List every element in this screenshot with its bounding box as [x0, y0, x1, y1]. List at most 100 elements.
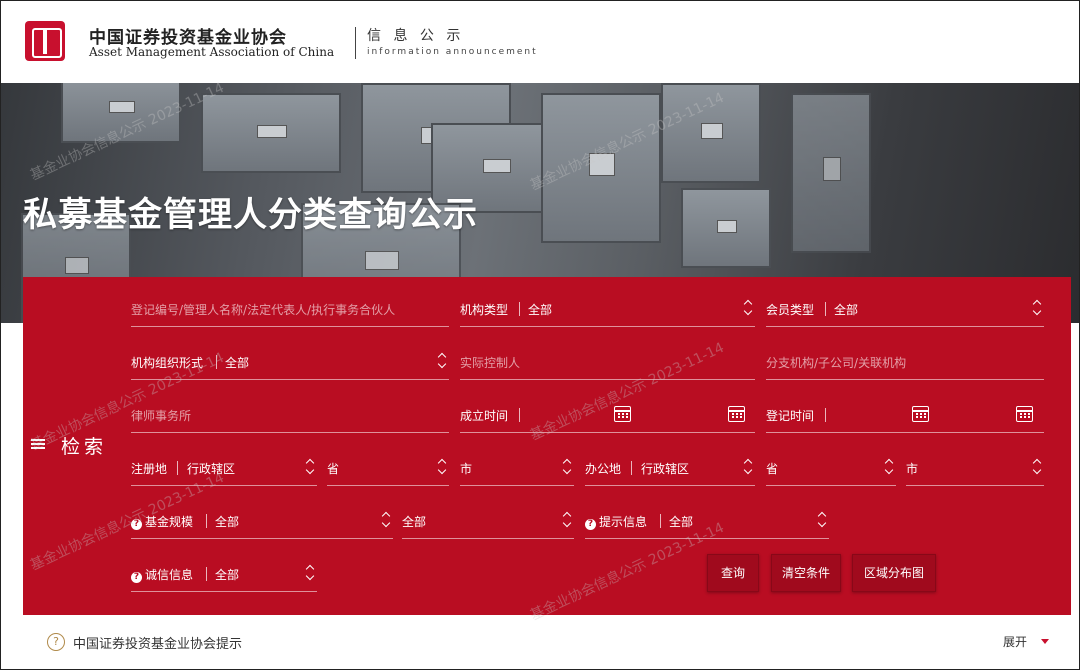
reg-place-label: 注册地 [131, 462, 168, 476]
select-arrows-icon [743, 458, 753, 476]
calendar-icon[interactable] [728, 406, 745, 422]
office-place-label: 办公地 [585, 462, 622, 476]
site-header: 中国证券投资基金业协会 Asset Management Association… [1, 1, 1079, 83]
cabinet-image [661, 83, 761, 183]
org-type-value: 全部 [528, 303, 553, 317]
select-arrows-icon [562, 511, 572, 529]
calendar-icon[interactable] [614, 406, 631, 422]
select-arrows-icon [884, 458, 894, 476]
reg-province-select[interactable]: 省 [327, 450, 449, 486]
integrity-select[interactable]: ? 诚信信息 全部 [131, 556, 317, 592]
established-label: 成立时间 [460, 409, 509, 423]
select-arrows-icon [437, 352, 447, 370]
member-type-label: 会员类型 [766, 303, 815, 317]
controller-placeholder: 实际控制人 [460, 356, 521, 370]
reg-place-district-select[interactable]: 注册地 行政辖区 [131, 450, 317, 486]
office-province-select[interactable]: 省 [766, 450, 896, 486]
section-title-en: information announcement [367, 47, 538, 57]
field-divider [206, 567, 207, 581]
select-arrows-icon [381, 511, 391, 529]
select-arrows-icon [437, 458, 447, 476]
integrity-label: ? 诚信信息 [131, 566, 193, 583]
field-divider [177, 461, 178, 475]
org-form-select[interactable]: 机构组织形式 全部 [131, 344, 449, 380]
cabinet-image [541, 93, 661, 243]
integrity-value: 全部 [215, 568, 240, 582]
notice-bar: ? 中国证券投资基金业协会提示 展开 [1, 621, 1079, 669]
cabinet-image [791, 93, 871, 253]
org-type-select[interactable]: 机构类型 全部 [460, 291, 755, 327]
fund-scale-select-2[interactable]: 全部 [402, 503, 574, 539]
question-icon[interactable]: ? [585, 519, 596, 530]
section-title-cn: 信 息 公 示 [367, 28, 465, 44]
hint-info-value: 全部 [669, 515, 694, 529]
reg-city-select[interactable]: 市 [460, 450, 574, 486]
region-map-button[interactable]: 区域分布图 [852, 554, 936, 592]
established-date-range[interactable]: 成立时间 [460, 397, 755, 433]
field-divider [825, 408, 826, 422]
member-type-select[interactable]: 会员类型 全部 [766, 291, 1044, 327]
branch-input[interactable]: 分支机构/子公司/关联机构 [766, 344, 1044, 380]
header-divider [355, 27, 356, 59]
keyword-input[interactable]: 登记编号/管理人名称/法定代表人/执行事务合伙人 [131, 291, 449, 327]
expand-toggle[interactable]: 展开 [1003, 633, 1027, 650]
reg-province-value: 省 [327, 462, 340, 476]
registered-date-range[interactable]: 登记时间 [766, 397, 1044, 433]
calendar-icon[interactable] [1016, 406, 1033, 422]
select-arrows-icon [817, 511, 827, 529]
field-divider [631, 461, 632, 475]
law-firm-input[interactable]: 律师事务所 [131, 397, 449, 433]
query-button[interactable]: 查询 [707, 554, 759, 592]
member-type-value: 全部 [834, 303, 859, 317]
question-icon[interactable]: ? [131, 572, 142, 583]
question-circle-icon: ? [47, 633, 65, 651]
field-divider [206, 514, 207, 528]
hint-info-select[interactable]: ? 提示信息 全部 [585, 503, 829, 539]
fund-scale-value-2: 全部 [402, 515, 427, 529]
fund-scale-label: ? 基金规模 [131, 513, 193, 530]
clear-button[interactable]: 清空条件 [771, 554, 841, 592]
office-place-district-select[interactable]: 办公地 行政辖区 [585, 450, 755, 486]
cabinet-image [681, 188, 771, 268]
hint-info-label: ? 提示信息 [585, 513, 647, 530]
reg-place-district: 行政辖区 [187, 462, 236, 476]
select-arrows-icon [562, 458, 572, 476]
office-place-district: 行政辖区 [641, 462, 690, 476]
amac-logo-icon[interactable] [25, 21, 65, 61]
branch-placeholder: 分支机构/子公司/关联机构 [766, 356, 907, 370]
integrity-label-text: 诚信信息 [145, 568, 194, 582]
field-divider [519, 302, 520, 316]
select-arrows-icon [1032, 299, 1042, 317]
office-city-select[interactable]: 市 [906, 450, 1044, 486]
page-frame: 中国证券投资基金业协会 Asset Management Association… [0, 0, 1080, 670]
org-form-value: 全部 [225, 356, 250, 370]
controller-input[interactable]: 实际控制人 [460, 344, 755, 380]
office-province-value: 省 [766, 462, 779, 476]
law-firm-placeholder: 律师事务所 [131, 409, 192, 423]
cabinet-image [201, 93, 341, 173]
calendar-icon[interactable] [912, 406, 929, 422]
hint-info-label-text: 提示信息 [599, 515, 648, 529]
search-panel-label: 检索 [61, 436, 108, 458]
keyword-placeholder: 登记编号/管理人名称/法定代表人/执行事务合伙人 [131, 303, 396, 317]
question-icon[interactable]: ? [131, 519, 142, 530]
filter-icon [31, 437, 45, 451]
cabinet-image [61, 83, 181, 143]
org-type-label: 机构类型 [460, 303, 509, 317]
fund-scale-value: 全部 [215, 515, 240, 529]
org-name-en: Asset Management Association of China [89, 45, 335, 59]
select-arrows-icon [743, 299, 753, 317]
select-arrows-icon [305, 564, 315, 582]
select-arrows-icon [305, 458, 315, 476]
reg-city-value: 市 [460, 462, 473, 476]
field-divider [660, 514, 661, 528]
select-arrows-icon [1032, 458, 1042, 476]
registered-label: 登记时间 [766, 409, 815, 423]
fund-scale-label-text: 基金规模 [145, 515, 194, 529]
caret-down-icon[interactable] [1041, 639, 1049, 644]
notice-title: 中国证券投资基金业协会提示 [73, 637, 243, 652]
office-city-value: 市 [906, 462, 919, 476]
field-divider [825, 302, 826, 316]
page-title: 私募基金管理人分类查询公示 [23, 195, 478, 235]
fund-scale-select[interactable]: ? 基金规模 全部 [131, 503, 393, 539]
